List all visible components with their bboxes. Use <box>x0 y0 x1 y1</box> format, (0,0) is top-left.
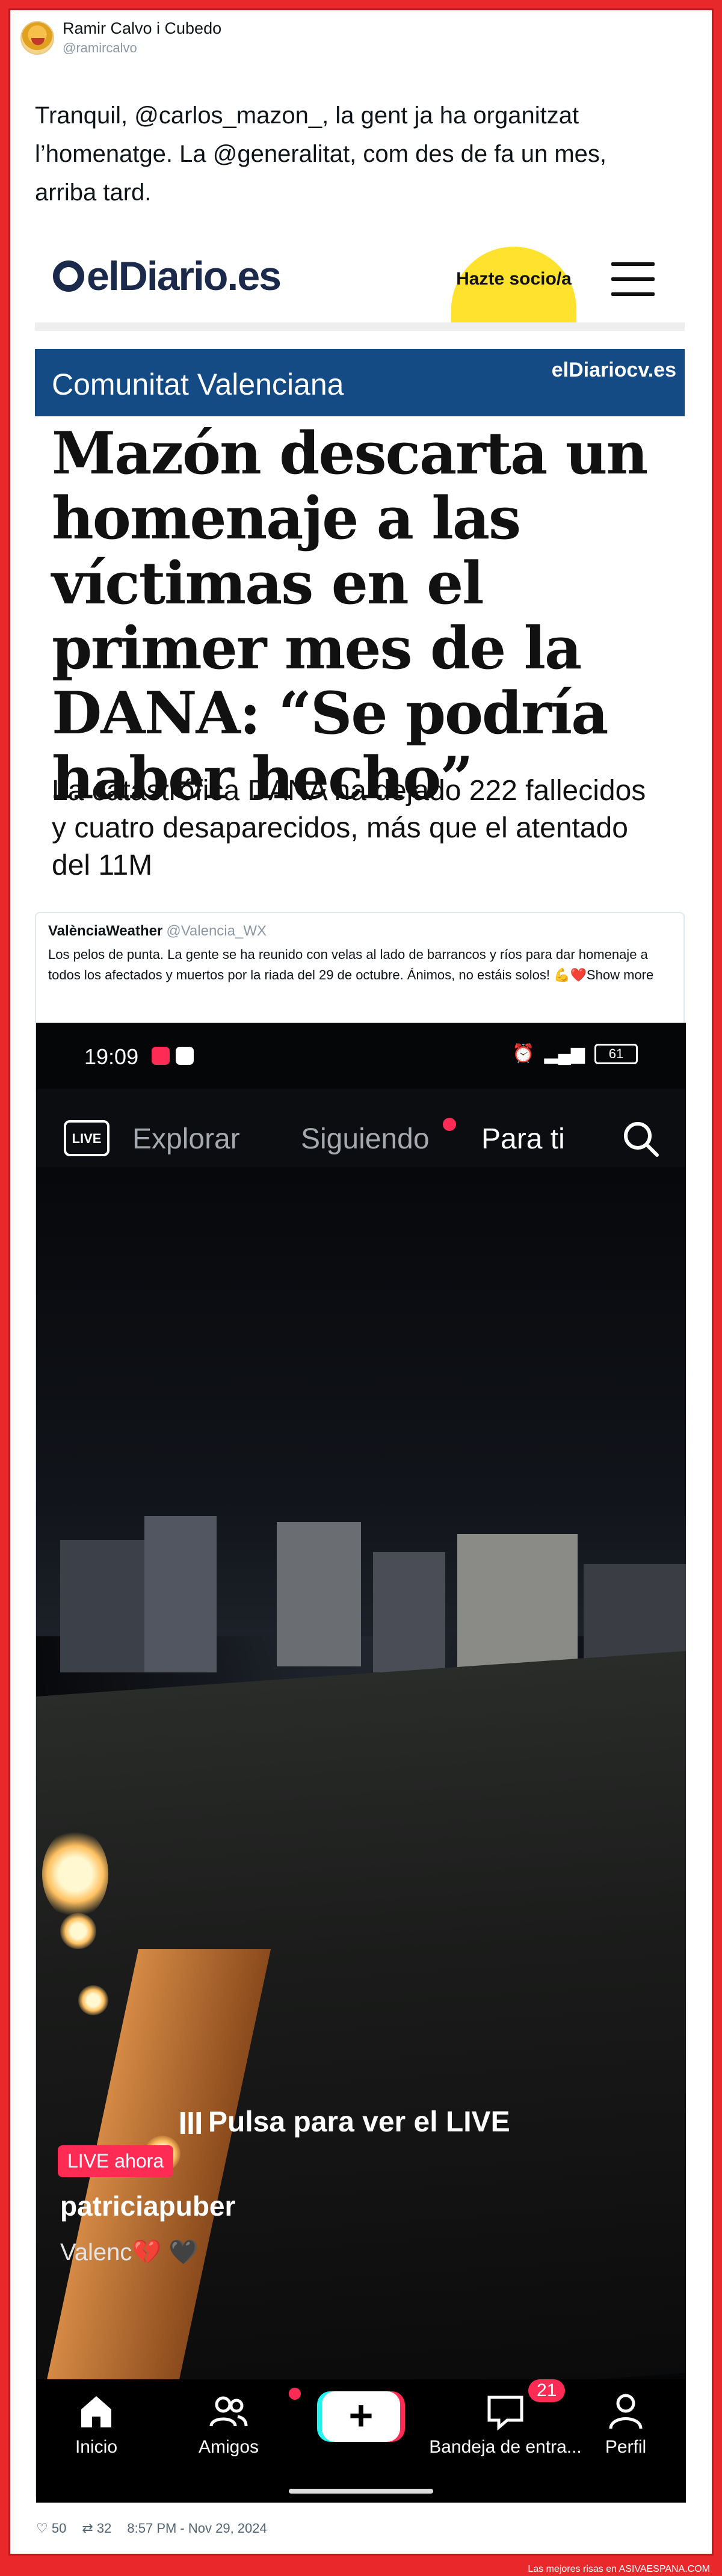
building <box>457 1534 578 1672</box>
friends-notification-dot <box>289 2388 301 2400</box>
tiktok-bottom-nav: Inicio Amigos + 21 Bandeja de entra... P… <box>36 2379 686 2503</box>
tab-explorar[interactable]: Explorar <box>132 1123 240 1156</box>
candle <box>78 1985 108 2015</box>
header-divider <box>35 322 685 331</box>
inbox-icon <box>487 2396 523 2431</box>
nav-bandeja[interactable]: Bandeja de entra... <box>427 2390 584 2457</box>
building <box>277 1522 361 1666</box>
tweet-footer: ♡ 50 ⇄ 32 8:57 PM - Nov 29, 2024 <box>36 2521 267 2536</box>
tweet-text: Tranquil, @carlos_mazon_, la gent ja ha … <box>35 102 607 206</box>
embedded-display-name: ValènciaWeather <box>48 923 163 939</box>
watch-live-cta[interactable]: Pulsa para ver el LIVE <box>180 2106 510 2139</box>
author-display-name[interactable]: Ramir Calvo i Cubedo <box>63 19 221 38</box>
tab-siguiendo[interactable]: Siguiendo <box>301 1123 430 1156</box>
eldiario-logo-text: elDiario.es <box>87 253 282 299</box>
eldiario-header: elDiario.es Hazte socio/a <box>35 229 685 331</box>
home-indicator <box>289 2489 433 2494</box>
retweet-button[interactable]: ⇄ 32 <box>82 2521 111 2536</box>
hamburger-menu-icon[interactable] <box>611 262 655 296</box>
home-icon <box>81 2396 111 2427</box>
watermark: Las mejores risas en ASIVAESPANA.COM <box>528 2564 710 2574</box>
tweet-author[interactable]: Ramir Calvo i Cubedo @ramircalvo <box>20 19 221 56</box>
author-handle[interactable]: @ramircalvo <box>63 40 221 56</box>
like-count: 50 <box>51 2521 67 2536</box>
eldiario-logo-icon <box>53 260 84 292</box>
embedded-handle: @Valencia_WX <box>166 923 267 939</box>
avatar[interactable] <box>20 20 54 55</box>
section-title: Comunitat Valenciana <box>52 368 344 401</box>
youtube-notification-icon <box>176 1047 194 1065</box>
tiktok-top-nav: LIVE Explorar Siguiendo Para ti <box>36 1089 686 1171</box>
search-icon[interactable] <box>622 1120 659 1157</box>
embedded-text-body: Los pelos de punta. La gente se ha reuni… <box>48 947 648 982</box>
create-post-button[interactable]: + <box>322 2391 400 2442</box>
status-time: 19:09 <box>84 1044 139 1069</box>
live-username[interactable]: patriciapuber <box>60 2190 235 2222</box>
article-headline: Mazón descarta un homenaje a las víctima… <box>52 419 648 812</box>
candle <box>42 1829 108 1919</box>
battery-icon: 61 <box>594 1043 638 1064</box>
video-scene[interactable]: Pulsa para ver el LIVE LIVE ahora patric… <box>36 1167 686 2430</box>
section-brand: elDiariocv.es <box>551 359 676 381</box>
hazte-socio-button[interactable]: Hazte socio/a <box>451 247 576 331</box>
embedded-author[interactable]: ValènciaWeather @Valencia_WX <box>48 923 267 940</box>
watch-live-label: Pulsa para ver el LIVE <box>208 2106 510 2138</box>
candle <box>60 1913 96 1949</box>
live-location: Valenc💔 🖤 <box>60 2239 199 2266</box>
nav-bandeja-label: Bandeja de entra... <box>429 2437 582 2457</box>
nav-inicio-label: Inicio <box>75 2437 118 2457</box>
live-bars-icon <box>180 2112 201 2134</box>
nav-inicio[interactable]: Inicio <box>36 2390 156 2457</box>
section-banner[interactable]: Comunitat Valenciana elDiariocv.es <box>35 349 685 416</box>
status-icons: ⏰ ▂▄▆ 61 <box>512 1043 638 1064</box>
profile-icon <box>609 2394 643 2429</box>
live-icon[interactable]: LIVE <box>64 1120 110 1156</box>
tweet-timestamp[interactable]: 8:57 PM - Nov 29, 2024 <box>127 2521 267 2536</box>
friends-icon <box>209 2396 248 2427</box>
show-more-link[interactable]: Show more <box>587 967 653 982</box>
building <box>60 1540 150 1672</box>
building <box>144 1516 217 1672</box>
eldiario-logo[interactable]: elDiario.es <box>53 253 282 300</box>
tiktok-screenshot: 19:09 ⏰ ▂▄▆ 61 LIVE Explorar Siguiendo P… <box>36 1023 686 2503</box>
live-now-badge[interactable]: LIVE ahora <box>58 2145 174 2177</box>
alarm-icon: ⏰ <box>512 1044 535 1064</box>
signal-icon: ▂▄▆ <box>544 1044 585 1064</box>
retweet-icon: ⇄ <box>82 2521 93 2536</box>
tiktok-notification-icon <box>152 1047 170 1065</box>
nav-perfil-label: Perfil <box>605 2437 647 2457</box>
nav-perfil[interactable]: Perfil <box>566 2390 686 2457</box>
like-button[interactable]: ♡ 50 <box>36 2521 66 2536</box>
hazte-socio-label: Hazte socio/a <box>456 269 572 289</box>
tab-para-ti[interactable]: Para ti <box>481 1123 565 1156</box>
nav-amigos[interactable]: Amigos <box>168 2390 289 2457</box>
retweet-count: 32 <box>96 2521 112 2536</box>
article-subhead: La catastrófica DANA ha dejado 222 falle… <box>52 775 646 881</box>
building <box>373 1552 445 1672</box>
nav-amigos-label: Amigos <box>198 2437 259 2457</box>
notification-dot <box>443 1118 456 1131</box>
heart-icon: ♡ <box>36 2521 48 2536</box>
embedded-text: Los pelos de punta. La gente se ha reuni… <box>48 944 674 985</box>
